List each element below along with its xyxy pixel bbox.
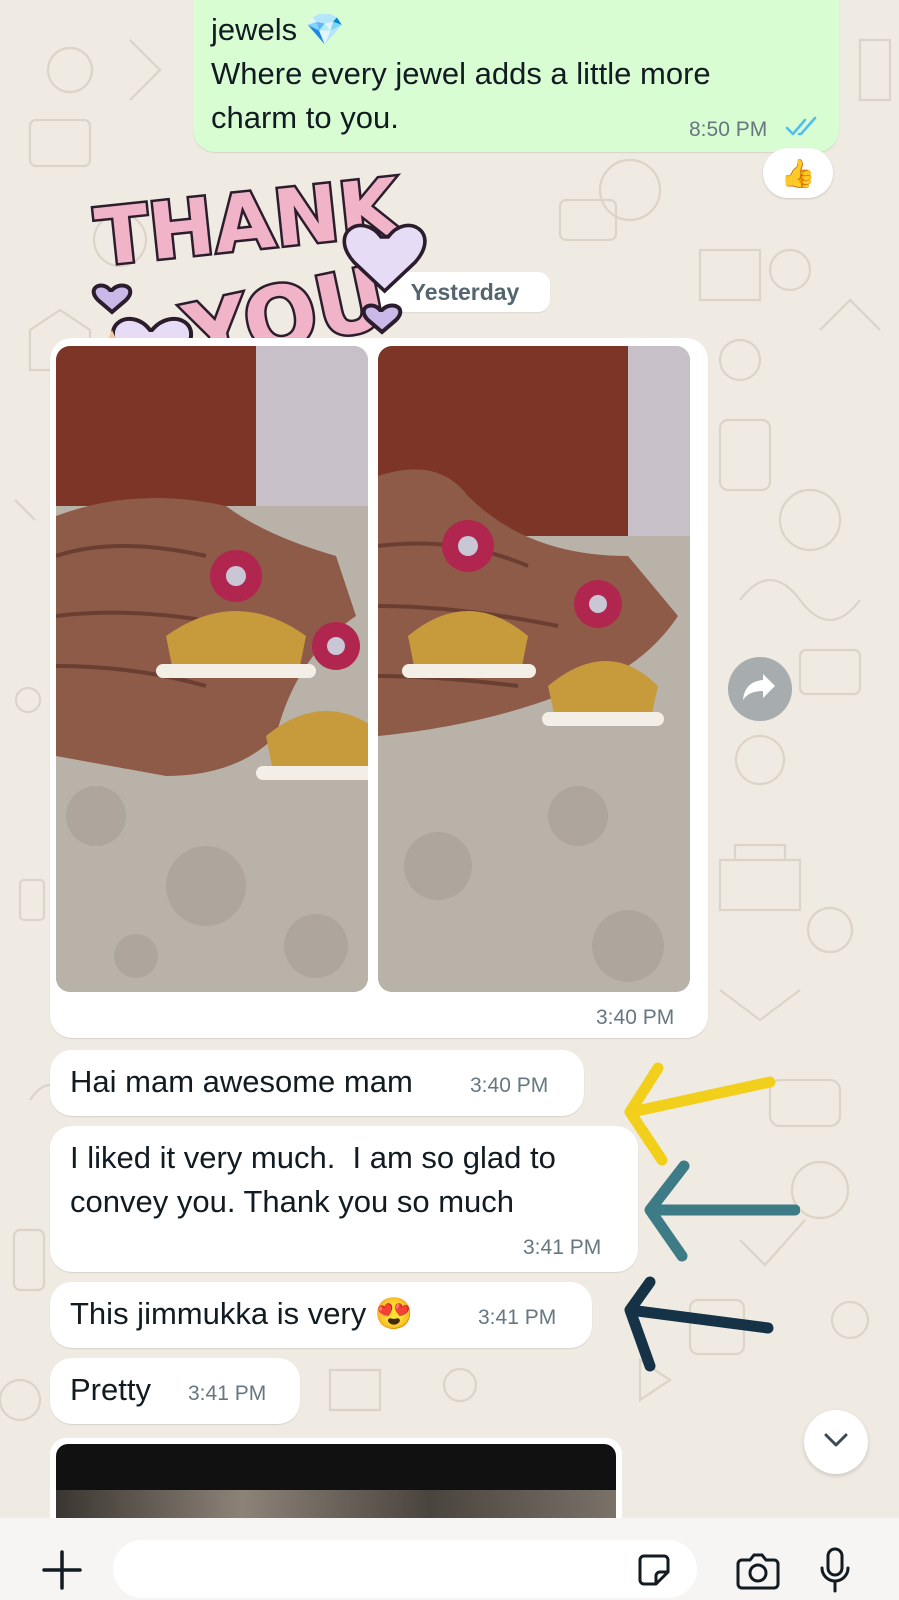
incoming-message-text: Hai mam awesome mam [70, 1064, 413, 1099]
chevron-down-icon [823, 1432, 849, 1453]
incoming-message-text: This jimmukka is very 😍 [70, 1296, 414, 1331]
scroll-down-button[interactable] [804, 1410, 868, 1474]
incoming-message-bubble[interactable]: This jimmukka is very 😍 3:41 PM [50, 1282, 592, 1348]
incoming-message-time: 3:41 PM [188, 1382, 267, 1405]
incoming-message-bubble[interactable]: Pretty 3:41 PM [50, 1358, 300, 1424]
double-check-read-icon [785, 116, 819, 143]
incoming-message-time: 3:41 PM [523, 1236, 602, 1259]
forward-icon [743, 672, 777, 707]
thumbs-up-reaction[interactable]: 👍 [763, 148, 833, 198]
earrings-photo-1[interactable] [56, 346, 368, 992]
outgoing-message-bubble[interactable]: jewels 💎 Where every jewel adds a little… [193, 0, 839, 152]
photo-message[interactable]: 3:40 PM [50, 338, 708, 1038]
plus-icon[interactable] [40, 1548, 84, 1597]
incoming-message-text: Pretty [70, 1372, 151, 1407]
annotation-arrows [620, 1060, 801, 1400]
outgoing-message-time: 8:50 PM [689, 118, 768, 141]
incoming-message-bubble[interactable]: I liked it very much. I am so glad to co… [50, 1126, 638, 1272]
camera-icon[interactable] [734, 1552, 782, 1597]
photo-message-time: 3:40 PM [596, 1006, 675, 1029]
microphone-icon[interactable] [818, 1546, 852, 1599]
incoming-message-text: I liked it very much. I am so glad to co… [70, 1140, 556, 1219]
incoming-message-time: 3:40 PM [470, 1074, 549, 1097]
message-input[interactable] [113, 1540, 697, 1598]
media-message-thumbnail[interactable] [50, 1438, 622, 1518]
earrings-photo-2[interactable] [378, 346, 690, 992]
sticker-icon[interactable] [634, 1550, 674, 1595]
incoming-message-bubble[interactable]: Hai mam awesome mam 3:40 PM [50, 1050, 584, 1116]
incoming-message-time: 3:41 PM [478, 1306, 557, 1329]
forward-button[interactable] [728, 657, 792, 721]
